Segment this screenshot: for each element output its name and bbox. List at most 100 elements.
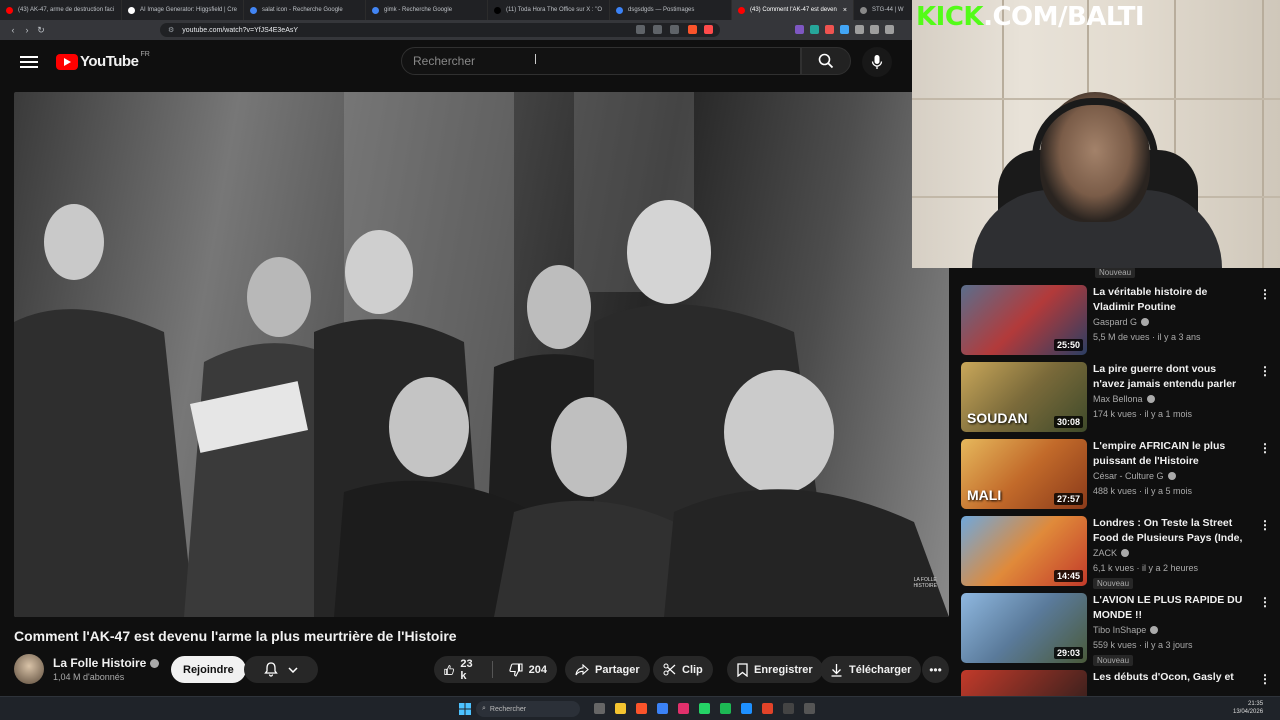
video-thumbnail[interactable]: CANAL+	[961, 670, 1087, 696]
clock-date: 13/04/2026	[1233, 709, 1264, 715]
save-button[interactable]: Enregistrer	[727, 656, 823, 683]
browser-tab[interactable]: gimk - Recherche Google	[366, 0, 488, 20]
extension-icon[interactable]	[840, 25, 849, 34]
browser-tab[interactable]: AI Image Generator: Higgsfield | Cre	[122, 0, 244, 20]
app-icon[interactable]	[741, 703, 752, 714]
video-thumbnail[interactable]: 29:03	[961, 593, 1087, 663]
browser-tab[interactable]: (43) AK-47, arme de destruction faci	[0, 0, 122, 20]
browser-tab[interactable]: (43) Comment l'AK-47 est deven ×	[732, 0, 854, 20]
app-icon[interactable]	[657, 703, 668, 714]
close-tab-icon[interactable]: ×	[843, 7, 847, 14]
thumbnail-text: MALI	[967, 487, 1002, 503]
zoom-icon[interactable]	[653, 25, 662, 34]
recommended-title[interactable]: L'empire AFRICAIN le plus puissant de l'…	[1093, 439, 1248, 469]
recommended-video[interactable]: SOUDAN 30:08 La pire guerre dont vous n'av…	[961, 362, 1271, 434]
extension-icon[interactable]	[825, 25, 834, 34]
recommended-title[interactable]: L'AVION LE PLUS RAPIDE DU MONDE !!	[1093, 593, 1248, 623]
recommended-meta: 488 k vues · il y a 5 mois	[1093, 486, 1193, 496]
recommended-channel[interactable]: ZACK	[1093, 548, 1130, 558]
more-options-icon[interactable]: ⋮	[1259, 595, 1271, 609]
brave-browser-icon[interactable]	[636, 703, 647, 714]
reload-icon[interactable]: ↻	[34, 25, 48, 36]
search-icon	[818, 53, 834, 69]
more-options-icon[interactable]: ⋮	[1259, 518, 1271, 532]
more-options-icon[interactable]: ⋮	[1259, 672, 1271, 686]
spotify-icon[interactable]	[720, 703, 731, 714]
video-player[interactable]: LA FOLLE HISTOIRE	[14, 92, 949, 617]
recommended-video[interactable]: 29:03 L'AVION LE PLUS RAPIDE DU MONDE !! T…	[961, 593, 1271, 666]
recommended-video[interactable]: 14:45 Londres : On Teste la Street Food d…	[961, 516, 1271, 589]
whatsapp-icon[interactable]	[699, 703, 710, 714]
task-view-icon[interactable]	[594, 703, 605, 714]
extension-icon[interactable]	[795, 25, 804, 34]
browser-tab[interactable]: dsgsdgds — Postimages	[610, 0, 732, 20]
dislike-button[interactable]: 204	[499, 656, 557, 683]
site-info-icon[interactable]: ⚙	[168, 26, 174, 34]
share-page-icon[interactable]	[670, 25, 679, 34]
more-options-icon[interactable]: ⋮	[1259, 364, 1271, 378]
browser-tab[interactable]: (11) Toda Hora The Office sur X : "O	[488, 0, 610, 20]
recommended-channel[interactable]: César - Culture G	[1093, 471, 1176, 481]
thumbs-down-icon	[509, 662, 523, 677]
screen-share-icon[interactable]	[636, 25, 645, 34]
tab-favicon-icon	[6, 6, 13, 14]
recommended-video[interactable]: MALI 27:57 L'empire AFRICAIN le plus puiss…	[961, 439, 1271, 511]
more-options-icon[interactable]: ⋮	[1259, 441, 1271, 455]
recommended-title[interactable]: Londres : On Teste la Street Food de Plu…	[1093, 516, 1248, 546]
back-icon[interactable]: ‹	[6, 25, 20, 35]
system-clock[interactable]: 21:35 13/04/2026	[1233, 700, 1263, 716]
forward-icon[interactable]: ›	[20, 25, 34, 35]
channel-name-wrap[interactable]: La Folle Histoire	[53, 656, 160, 670]
bell-icon	[264, 662, 278, 677]
channel-name[interactable]: La Folle Histoire	[53, 656, 146, 670]
windows-start-icon[interactable]	[459, 703, 471, 715]
channel-avatar[interactable]	[14, 654, 44, 684]
menu-icon[interactable]	[20, 56, 38, 68]
app-icon[interactable]	[804, 703, 815, 714]
search-button[interactable]	[801, 47, 851, 75]
app-icon[interactable]	[678, 703, 689, 714]
recommended-video[interactable]: CANAL+ Les débuts d'Ocon, Gasly et ⋮	[961, 670, 1271, 696]
download-button[interactable]: Télécharger	[820, 656, 922, 683]
extension-icon[interactable]	[885, 25, 894, 34]
like-count: 23 k	[460, 657, 473, 682]
recommended-channel[interactable]: Tibo InShape	[1093, 625, 1159, 635]
subscriber-count: 1,04 M d'abonnés	[53, 672, 125, 682]
extension-icon[interactable]	[810, 25, 819, 34]
recommended-video[interactable]: 25:50 La véritable histoire de Vladimir P…	[961, 285, 1271, 357]
verified-icon	[150, 658, 160, 668]
video-thumbnail[interactable]: 25:50	[961, 285, 1087, 355]
more-actions-button[interactable]: •••	[922, 656, 949, 683]
clip-button[interactable]: Clip	[653, 656, 713, 683]
kick-channel-name: .COM/BALTI	[983, 2, 1145, 32]
wall-panel	[1262, 0, 1264, 268]
video-title: Comment l'AK-47 est devenu l'arme la plu…	[14, 628, 457, 644]
video-thumbnail[interactable]: SOUDAN 30:08	[961, 362, 1087, 432]
voice-search-button[interactable]	[862, 47, 892, 77]
extension-icon[interactable]	[855, 25, 864, 34]
youtube-logo[interactable]: YouTube FR	[56, 51, 150, 70]
rewards-icon[interactable]	[704, 25, 713, 34]
recommended-title[interactable]: Les débuts d'Ocon, Gasly et	[1093, 670, 1248, 685]
video-duration: 25:50	[1053, 339, 1083, 351]
app-icon[interactable]	[783, 703, 794, 714]
extension-icon[interactable]	[870, 25, 879, 34]
video-thumbnail[interactable]: 14:45	[961, 516, 1087, 586]
recommended-channel[interactable]: Max Bellona	[1093, 394, 1155, 404]
taskbar-search[interactable]: ⌕ Rechercher	[476, 701, 580, 717]
more-options-icon[interactable]: ⋮	[1259, 287, 1271, 301]
join-button[interactable]: Rejoindre	[171, 656, 246, 683]
video-thumbnail[interactable]: MALI 27:57	[961, 439, 1087, 509]
more-icon: •••	[929, 662, 942, 677]
search-input[interactable]: Rechercher	[401, 47, 801, 75]
recommended-title[interactable]: La véritable histoire de Vladimir Poutin…	[1093, 285, 1248, 315]
brave-shield-icon[interactable]	[688, 25, 697, 34]
recommended-channel[interactable]: Gaspard G	[1093, 317, 1150, 327]
browser-tab[interactable]: salat icon - Recherche Google	[244, 0, 366, 20]
app-icon[interactable]	[762, 703, 773, 714]
like-button[interactable]: 23 k	[434, 656, 486, 683]
file-explorer-icon[interactable]	[615, 703, 626, 714]
notification-button[interactable]	[244, 656, 318, 683]
recommended-title[interactable]: La pire guerre dont vous n'avez jamais e…	[1093, 362, 1248, 392]
share-button[interactable]: Partager	[565, 656, 650, 683]
